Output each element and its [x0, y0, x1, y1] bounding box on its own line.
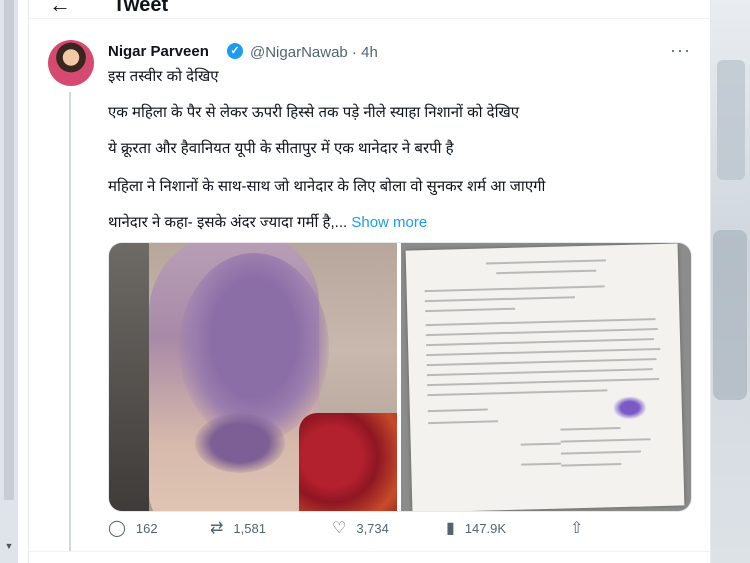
- photo-paper-sheet: [405, 243, 685, 511]
- handwriting-line: [560, 427, 621, 431]
- handwriting-line: [427, 389, 608, 397]
- tweet-text-line: एक महिला के पैर से लेकर ऊपरी हिस्से तक प…: [108, 104, 520, 121]
- show-more-link[interactable]: Show more: [351, 214, 427, 231]
- handwriting-line: [426, 358, 657, 367]
- like-button[interactable]: ♡ 3,734: [332, 518, 389, 538]
- tweet-text-line: थानेदार ने कहा- इसके अंदर ज्यादा गर्मी ह…: [108, 214, 348, 231]
- tweet-text-line: ये क्रूरता और हैवानियत यूपी के सीतापुर म…: [108, 140, 454, 157]
- retweet-button[interactable]: ⇄ 1,581: [210, 518, 266, 538]
- share-button[interactable]: ⇧: [570, 518, 593, 538]
- time-separator: ·: [347, 44, 362, 61]
- views-chart-icon: ▮: [446, 520, 455, 537]
- retweet-count: 1,581: [233, 520, 266, 536]
- handwriting-line: [425, 328, 658, 337]
- avatar[interactable]: [48, 40, 94, 86]
- handwriting-line: [427, 408, 488, 413]
- handwriting-line: [428, 420, 499, 425]
- more-horizontal-icon[interactable]: ···: [670, 40, 691, 61]
- page-header: ← Tweet: [29, 0, 710, 19]
- tweet-time[interactable]: 4h: [361, 44, 378, 61]
- handwriting-line: [426, 338, 655, 347]
- handwriting-line: [425, 307, 516, 313]
- handwriting-line: [520, 442, 561, 446]
- photo-fabric-shape: [299, 413, 397, 511]
- handwriting-line: [496, 269, 597, 275]
- reply-count: 162: [135, 520, 158, 536]
- handwriting-line: [485, 259, 606, 265]
- share-icon: ⇧: [570, 520, 584, 537]
- verified-badge-icon: ✓: [227, 43, 243, 59]
- author-handle-and-time[interactable]: @NigarNawab · 4h: [250, 44, 378, 61]
- photo-bruise-shape: [195, 413, 285, 473]
- reply-button[interactable]: ◯ 162: [108, 518, 158, 538]
- handwriting-line: [426, 347, 661, 357]
- background-shape: [713, 230, 747, 400]
- photo-background-door: [109, 243, 149, 511]
- tweet-page: ▼ ← Tweet Nigar Parveen ✓ @NigarNawab · …: [0, 0, 750, 563]
- author-handle[interactable]: @NigarNawab: [250, 44, 348, 61]
- author-name[interactable]: Nigar Parveen: [108, 43, 209, 60]
- tweet-text-last-line: थानेदार ने कहा- इसके अंदर ज्यादा गर्मी ह…: [108, 212, 427, 232]
- arrow-left-icon[interactable]: ←: [49, 0, 71, 18]
- scrollbar-thumb[interactable]: [4, 0, 14, 500]
- ink-stamp: [613, 396, 647, 420]
- reply-icon: ◯: [108, 520, 126, 537]
- media-photo-bruised-leg[interactable]: [109, 243, 397, 511]
- background-sidebar-image: [711, 0, 750, 563]
- divider: [29, 551, 710, 552]
- thread-line: [69, 92, 71, 552]
- handwriting-line: [521, 462, 562, 466]
- retweet-icon: ⇄: [210, 520, 224, 537]
- like-count: 3,734: [356, 520, 389, 536]
- handwriting-line: [424, 296, 575, 303]
- handwriting-line: [560, 450, 641, 455]
- handwriting-line: [427, 378, 660, 387]
- media-photo-letter[interactable]: [401, 243, 691, 511]
- scroll-down-arrow-icon[interactable]: ▼: [3, 540, 15, 552]
- tweet-action-bar: ◯ 162 ⇄ 1,581 ♡ 3,734 ▮ 147.9K ⇧: [108, 518, 690, 542]
- handwriting-line: [560, 438, 651, 443]
- background-shape: [717, 60, 745, 180]
- column-left-border: [28, 0, 29, 563]
- page-title: Tweet: [113, 0, 169, 16]
- handwriting-line: [426, 368, 653, 377]
- handwriting-line: [561, 463, 622, 467]
- views-count: 147.9K: [464, 520, 507, 536]
- views-button[interactable]: ▮ 147.9K: [446, 518, 506, 538]
- heart-icon: ♡: [332, 520, 347, 537]
- tweet-text-line: इस तस्वीर को देखिए: [108, 68, 219, 85]
- window-scrollbar-track[interactable]: ▼: [0, 0, 18, 563]
- tweet-media-grid: [108, 242, 692, 512]
- handwriting-line: [425, 318, 656, 327]
- handwriting-line: [424, 285, 605, 293]
- tweet-text-line: महिला ने निशानों के साथ-साथ जो थानेदार क…: [108, 178, 546, 195]
